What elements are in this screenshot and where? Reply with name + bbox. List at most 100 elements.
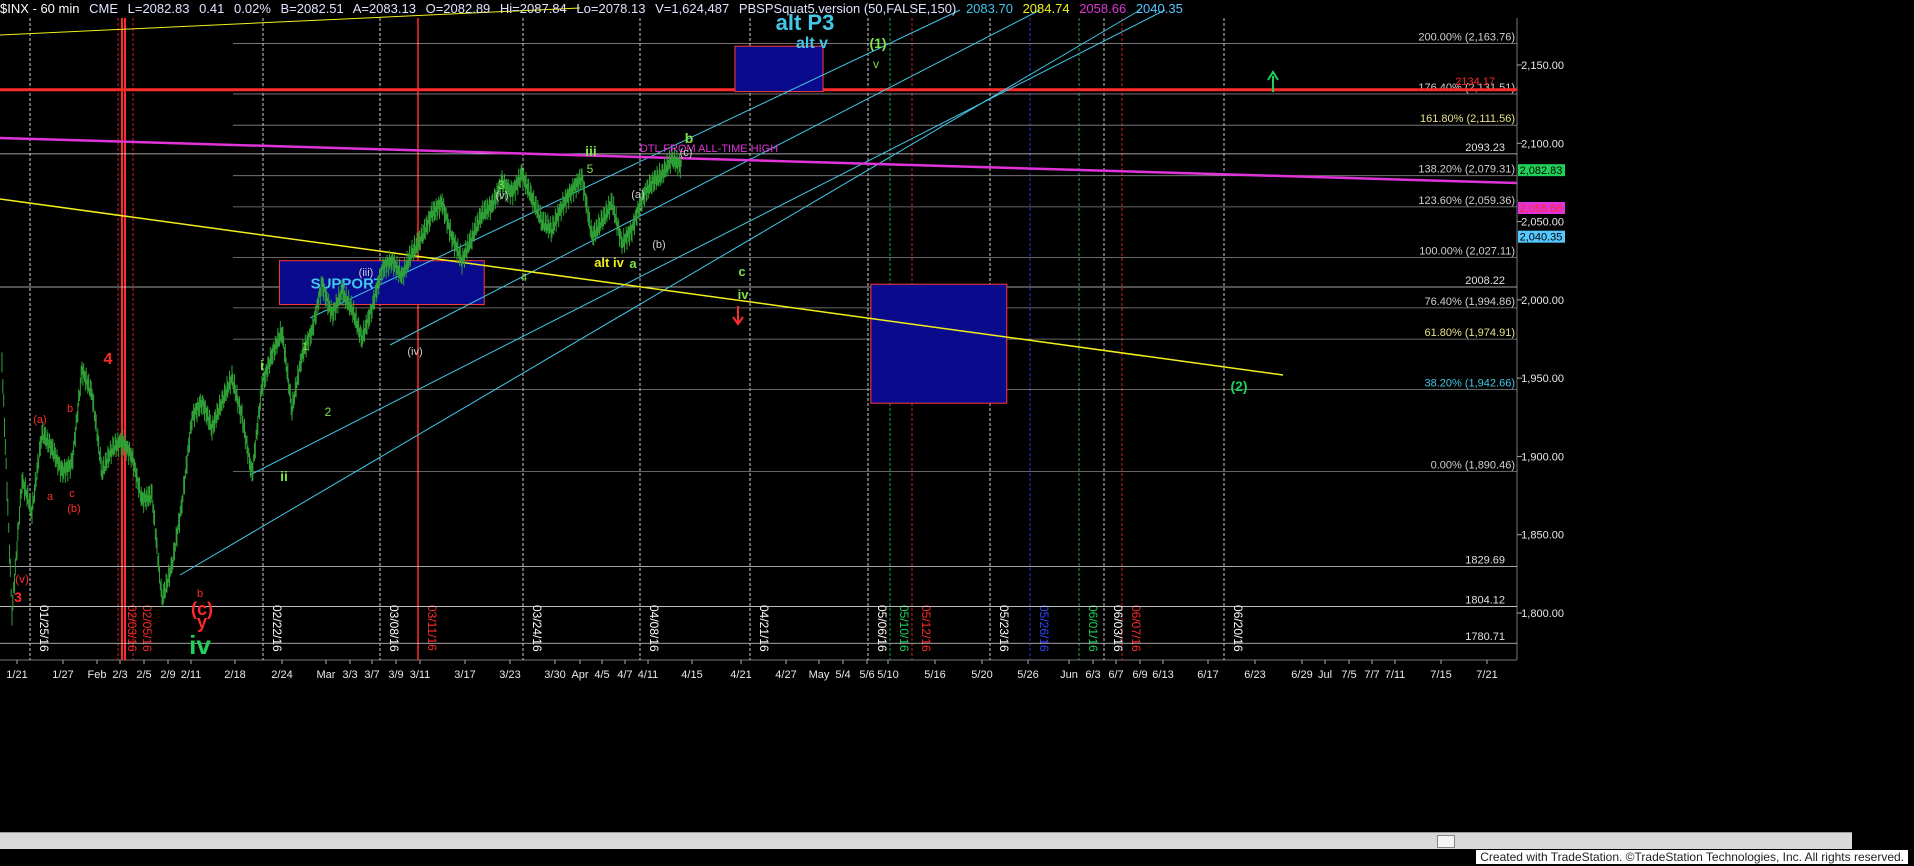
x-tick-label: 5/20 — [971, 669, 992, 681]
x-tick-label: 6/9 — [1132, 669, 1147, 681]
horizontal-level-label: 2093.23 — [1465, 142, 1505, 154]
date-label-group: 02/05/16 — [140, 605, 154, 652]
last-price: L=2082.83 — [127, 1, 190, 16]
date-marker-text: 04/08/16 — [647, 605, 661, 652]
x-tick-label: 6/29 — [1291, 669, 1312, 681]
date-marker-text: 02/05/16 — [140, 605, 154, 652]
date-marker-text: 05/06/16 — [875, 605, 889, 652]
date-label-group: 05/23/16 — [997, 605, 1011, 652]
x-tick-label: Mar — [317, 669, 336, 681]
exchange-label: CME — [89, 1, 118, 16]
y-tick-label: 2,100.00 — [1521, 138, 1564, 150]
y-tick-label: 1,800.00 — [1521, 608, 1564, 620]
wave-label: b — [685, 130, 694, 146]
horizontal-level-label: 1780.71 — [1465, 631, 1505, 643]
chart-header: $INX - 60 min CME L=2082.83 0.41 0.02% B… — [0, 0, 1189, 18]
x-tick-label: 6/13 — [1152, 669, 1173, 681]
date-label-group: 06/01/16 — [1086, 605, 1100, 652]
x-tick-label: 4/15 — [681, 669, 702, 681]
x-tick-label: 2/18 — [224, 669, 245, 681]
volume-value: V=1,624,487 — [655, 1, 730, 16]
wave-label: (iv) — [407, 346, 422, 358]
symbol-label: $INX - 60 min — [0, 1, 80, 16]
wave-label: 5 — [587, 162, 594, 176]
x-tick-label: 4/7 — [617, 669, 632, 681]
price-chart[interactable]: 01/25/16 02/03/16 02/05/16 02/22/16 03/08/16… — [0, 0, 1914, 866]
open-price: O=2082.89 — [425, 1, 491, 16]
x-tick-label: May — [809, 669, 830, 681]
x-tick-label: 2/24 — [271, 669, 292, 681]
date-marker-text: 06/20/16 — [1231, 605, 1245, 652]
x-tick-label: 5/10 — [877, 669, 898, 681]
wave-label: (c) — [680, 147, 693, 159]
fib-level-label: 38.20% (1,942.66) — [1424, 378, 1515, 390]
wave-label: 4 — [521, 272, 527, 284]
wave-label: (a) — [631, 189, 644, 201]
x-tick-label: 7/7 — [1364, 669, 1379, 681]
wave-label: 2 — [325, 405, 332, 419]
date-marker-text: 01/25/16 — [37, 605, 51, 652]
date-label-group: 05/26/16 — [1037, 605, 1051, 652]
y-tick-label: 2,000.00 — [1521, 295, 1564, 307]
x-tick-label: 3/30 — [544, 669, 565, 681]
x-tick-label: 2/11 — [181, 669, 202, 681]
date-label-group: 06/20/16 — [1231, 605, 1245, 652]
y-tick-label: 1,900.00 — [1521, 451, 1564, 463]
x-tick-label: 1/27 — [52, 669, 73, 681]
study-value-1: 2083.70 — [965, 1, 1013, 16]
wave-label: (b) — [652, 239, 665, 251]
date-label-group: 02/22/16 — [270, 605, 284, 652]
bid-price: B=2082.51 — [280, 1, 344, 16]
change-pct: 0.02% — [234, 1, 271, 16]
wave-label: 4 — [104, 351, 113, 368]
wave-label: c — [69, 488, 75, 500]
wave-label: (a) — [33, 414, 46, 426]
fib-level-label: 100.00% (2,027.11) — [1419, 245, 1515, 257]
time-scrollbar[interactable] — [0, 832, 1852, 849]
y-tick-label: 2,050.00 — [1521, 217, 1564, 229]
fib-level-label: 123.60% (2,059.36) — [1418, 195, 1515, 207]
date-label-group: 06/07/16 — [1129, 605, 1143, 652]
x-tick-label: 3/17 — [454, 669, 475, 681]
wave-label: (v) — [496, 190, 509, 202]
fib-level-label: 161.80% (2,111.56) — [1420, 113, 1515, 125]
x-tick-label: 4/27 — [775, 669, 796, 681]
low-price: Lo=2078.13 — [576, 1, 646, 16]
date-label-group: 01/25/16 — [37, 605, 51, 652]
date-marker-text: 02/22/16 — [270, 605, 284, 652]
chart-background — [0, 0, 1914, 866]
date-label-group: 03/11/16 — [425, 605, 439, 651]
x-tick-label: 7/11 — [1385, 669, 1406, 681]
x-tick-label: 6/17 — [1197, 669, 1218, 681]
x-tick-label: Feb — [88, 669, 107, 681]
wave-label: alt v — [796, 35, 828, 52]
x-tick-label: 4/5 — [594, 669, 609, 681]
x-tick-label: 2/3 — [112, 669, 127, 681]
fib-level-label: 200.00% (2,163.76) — [1418, 31, 1515, 43]
target-zone-wave-2-target — [870, 283, 1008, 404]
x-tick-label: 2/9 — [160, 669, 175, 681]
horizontal-level-label: 1829.69 — [1465, 555, 1505, 567]
x-tick-label: Apr — [571, 669, 588, 681]
date-marker-text: 03/08/16 — [387, 605, 401, 652]
wave-label: alt iv — [594, 255, 624, 270]
wave-label: (iii) — [359, 267, 374, 279]
x-tick-label: Jul — [1318, 669, 1332, 681]
date-marker-text: 03/11/16 — [425, 605, 439, 651]
date-label-group: 04/08/16 — [647, 605, 661, 652]
x-tick-label: 3/3 — [342, 669, 357, 681]
date-marker-text: 05/26/16 — [1037, 605, 1051, 652]
wave-label: 3 — [14, 589, 22, 605]
x-tick-label: 5/6 — [859, 669, 874, 681]
change-value: 0.41 — [199, 1, 225, 16]
scrollbar-thumb[interactable] — [1437, 835, 1455, 848]
fib-level-label: 0.00% (1,890.46) — [1431, 459, 1515, 471]
wave-label: iv — [189, 630, 211, 660]
horizontal-level-label: 2008.22 — [1465, 275, 1505, 287]
wave-label: iii — [585, 143, 597, 159]
study-value-2: 2084.74 — [1022, 1, 1070, 16]
wave-label: i — [260, 357, 264, 373]
x-tick-label: 1/21 — [6, 669, 27, 681]
y-tick-label: 2,150.00 — [1521, 60, 1564, 72]
fib-level-label: 76.40% (1,994.86) — [1424, 296, 1515, 308]
